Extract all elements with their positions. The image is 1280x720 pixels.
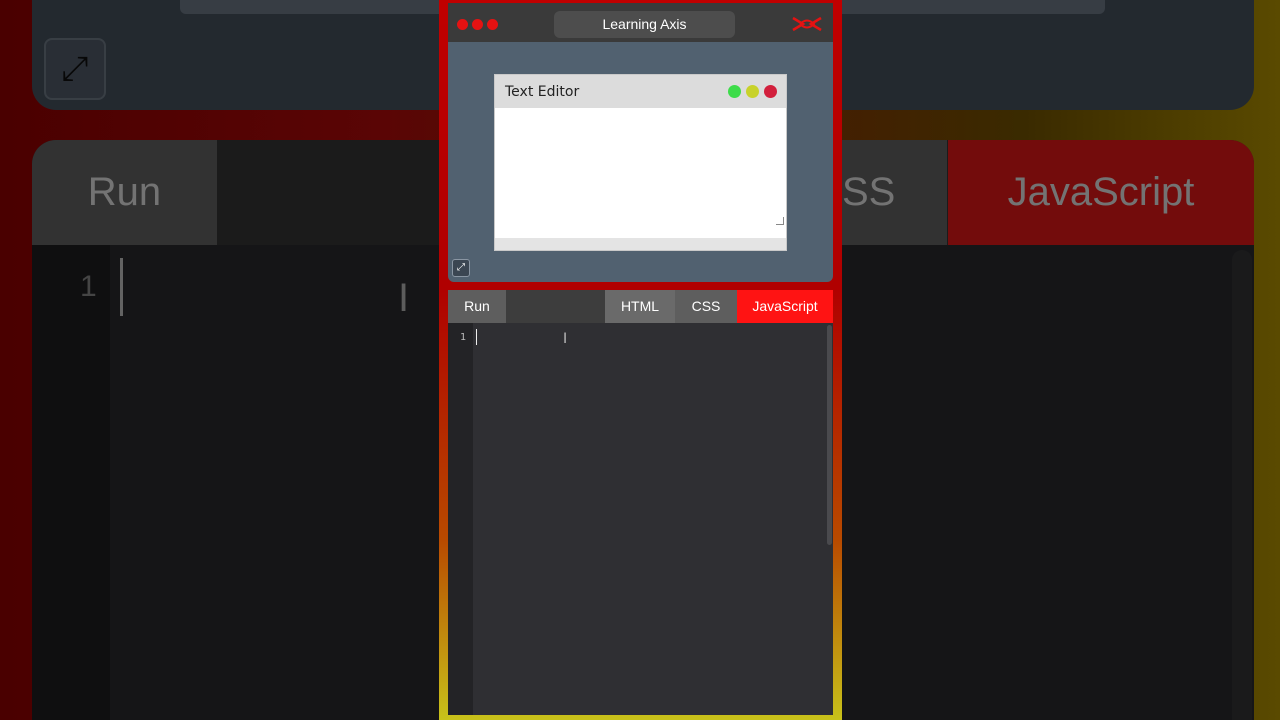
bg-line-number: 1 [80,270,97,303]
code-editor[interactable]: 1 I [448,323,833,715]
line-gutter: 1 [448,323,473,715]
green-dot-icon[interactable] [728,85,741,98]
text-area[interactable] [495,108,786,238]
expand-icon[interactable]: ⤢ [452,259,470,277]
app-frame: Learning Axis Text Editor ⤢ Run HTML CSS… [439,0,842,720]
bg-run-tab: Run [32,140,217,245]
run-button[interactable]: Run [448,290,506,323]
bg-scrollbar [1232,250,1252,720]
red-dot-icon[interactable] [764,85,777,98]
window-controls [457,19,498,30]
maximize-dot-icon[interactable] [487,19,498,30]
ibeam-cursor-icon: I [563,331,568,347]
window-header: Text Editor [495,75,786,108]
tab-html[interactable]: HTML [605,290,675,323]
minimize-dot-icon[interactable] [472,19,483,30]
bg-ibeam-cursor-icon: I [398,276,410,320]
window-title: Text Editor [505,84,580,100]
tab-javascript[interactable]: JavaScript [737,290,833,323]
title-bar: Learning Axis [448,3,833,42]
brand-logo-icon [792,16,822,32]
bg-css-tab: SS [842,140,947,245]
resize-grip-icon[interactable] [776,217,784,225]
yellow-dot-icon[interactable] [746,85,759,98]
close-dot-icon[interactable] [457,19,468,30]
app-title: Learning Axis [554,11,735,38]
bg-javascript-tab: JavaScript [948,140,1254,245]
preview-area: Text Editor ⤢ [448,42,833,282]
text-caret [476,329,477,345]
bg-gutter [32,245,110,720]
bg-expand-icon: ⤢ [44,38,106,100]
tab-css[interactable]: CSS [675,290,737,323]
tab-bar: Run HTML CSS JavaScript [448,290,833,323]
bg-caret [120,258,123,316]
text-editor-window: Text Editor [494,74,787,251]
line-number: 1 [460,332,467,343]
window-footer [495,238,786,250]
editor-scrollbar[interactable] [827,325,832,545]
